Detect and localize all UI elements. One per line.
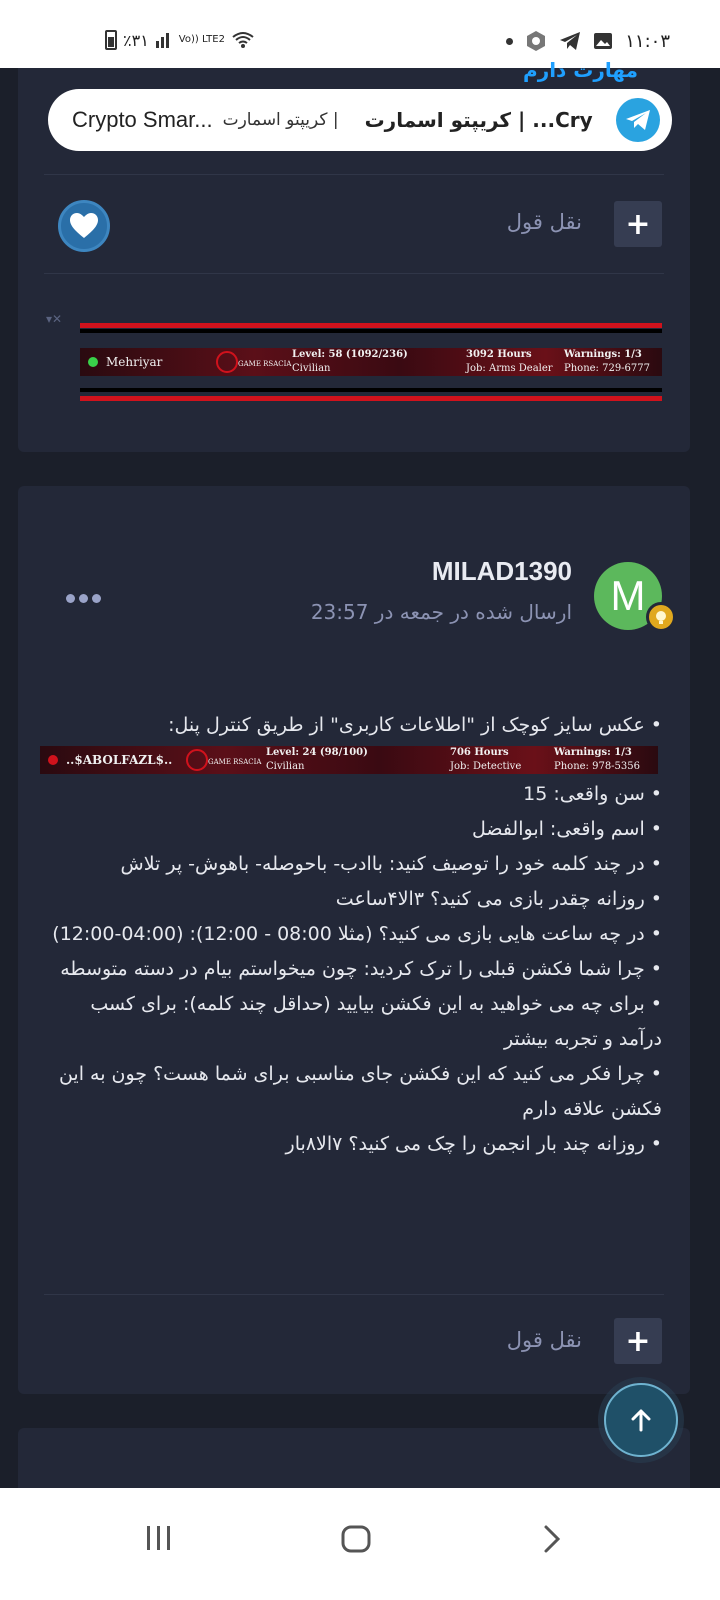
sig-warnings: Warnings: 1/3 — [554, 747, 632, 758]
collapse-icon[interactable]: ▾✕ — [46, 312, 62, 326]
post-card: M MILAD1390 ارسال شده در جمعه در 23:57 •… — [18, 486, 690, 1394]
divider — [44, 174, 664, 175]
link-text-bold: کریپتو اسمارت | ...Cry — [364, 108, 593, 132]
sig-hours: 3092 Hours — [466, 349, 532, 360]
sig-name: Mehriyar — [106, 355, 163, 369]
logo-icon — [216, 351, 238, 373]
quote-button[interactable]: + — [614, 1318, 662, 1364]
author-name[interactable]: MILAD1390 — [432, 556, 572, 587]
more-icon[interactable] — [66, 594, 101, 603]
plus-icon: + — [625, 206, 651, 242]
app-icon — [527, 31, 546, 51]
network-label: Vo)) LTE2 — [178, 34, 225, 45]
signature-banner: Mehriyar GAME RSACIA Level: 58 (1092/236… — [80, 348, 662, 376]
link-text-left: Crypto Smar... — [72, 107, 213, 132]
back-icon[interactable] — [540, 1524, 564, 1554]
sig-job: Job: Detective — [450, 761, 522, 772]
sig-rank: Civilian — [292, 363, 331, 374]
link-text-mid: کریپتو اسمارت | — [222, 110, 339, 130]
signature-red-line — [80, 323, 662, 328]
post-line: • در چند کلمه خود را توصیف کنید: باادب- … — [120, 853, 663, 875]
home-icon[interactable] — [340, 1524, 372, 1554]
sig-name: ..$ABOLFAZL$.. — [66, 753, 173, 767]
badge-icon — [646, 602, 676, 632]
post-body: • عکس سایز کوچک از "اطلاعات کاربری" از ط… — [40, 708, 663, 1162]
signature-row: ..$ABOLFAZL$.. GAME RSACIA Level: 24 (98… — [40, 743, 662, 777]
quote-label[interactable]: نقل قول — [507, 1328, 582, 1352]
post-line: • سن واقعی: 15 — [523, 783, 662, 805]
sig-phone: Phone: 729-6777 — [564, 363, 651, 374]
post-line: • روزانه چقدر بازی می کنید؟ ۳الا۴ساعت — [335, 888, 662, 910]
plus-icon: + — [625, 1323, 651, 1359]
status-right: ۱۱:۰۳ — [506, 30, 670, 52]
sig-logo-text: GAME RSACIA — [238, 360, 292, 368]
online-icon — [48, 755, 58, 765]
sig-level: Level: 58 (1092/236) — [292, 349, 408, 360]
telegram-icon[interactable] — [616, 98, 660, 142]
post-card-next — [18, 1428, 690, 1488]
signature-red-line — [80, 396, 662, 401]
arrow-up-icon — [631, 1409, 651, 1432]
post-line: • اسم واقعی: ابوالفضل — [471, 818, 662, 840]
divider — [44, 1294, 664, 1295]
like-button[interactable] — [58, 200, 110, 252]
telegram-link-bar[interactable]: Crypto Smar... کریپتو اسمارت | کریپتو اس… — [48, 89, 672, 151]
sig-logo-text: GAME RSACIA — [208, 758, 262, 766]
divider — [44, 273, 664, 274]
telegram-icon — [560, 32, 581, 50]
post-line: • برای چه می خواهید به این فکشن بیایید (… — [90, 993, 662, 1050]
peek-text: مهارت دارم — [523, 58, 638, 82]
quote-button[interactable]: + — [614, 201, 662, 247]
signature-banner: ..$ABOLFAZL$.. GAME RSACIA Level: 24 (98… — [40, 746, 658, 774]
post-line: • در چه ساعت هایی بازی می کنید؟ (مثلا 08… — [52, 923, 662, 945]
dot-icon — [506, 37, 514, 45]
scroll-top-button[interactable] — [604, 1383, 678, 1457]
sig-warnings: Warnings: 1/3 — [564, 349, 642, 360]
sig-job: Job: Arms Dealer — [466, 363, 553, 374]
post-line: • روزانه چند بار انجمن را چک می کنید؟ ۷ا… — [285, 1133, 662, 1155]
post-line: • چرا شما فکشن قبلی را ترک کردید: چون می… — [60, 958, 662, 980]
signal-icon — [155, 33, 169, 48]
signature-black-line — [80, 388, 662, 392]
sig-hours: 706 Hours — [450, 747, 509, 758]
quote-label[interactable]: نقل قول — [507, 210, 582, 234]
status-left: ٪۳۱ Vo)) LTE2 — [105, 30, 255, 50]
recents-icon[interactable] — [144, 1524, 174, 1552]
gallery-icon — [594, 33, 613, 49]
sig-phone: Phone: 978-5356 — [554, 761, 641, 772]
post-line: • چرا فکر می کنید که این فکشن جای مناسبی… — [58, 1063, 662, 1120]
online-icon — [88, 357, 98, 367]
wifi-icon — [232, 32, 254, 48]
battery-icon — [105, 30, 117, 50]
signature-black-line — [80, 329, 662, 333]
system-nav-bar — [0, 1488, 720, 1600]
sig-level: Level: 24 (98/100) — [266, 747, 368, 758]
sig-rank: Civilian — [266, 761, 305, 772]
clock: ۱۱:۰۳ — [625, 30, 670, 52]
post-time[interactable]: ارسال شده در جمعه در 23:57 — [311, 600, 572, 624]
battery-percent: ٪۳۱ — [123, 30, 149, 50]
logo-icon — [186, 749, 208, 771]
post-line: • عکس سایز کوچک از "اطلاعات کاربری" از ط… — [168, 714, 662, 736]
heart-icon — [70, 213, 98, 238]
